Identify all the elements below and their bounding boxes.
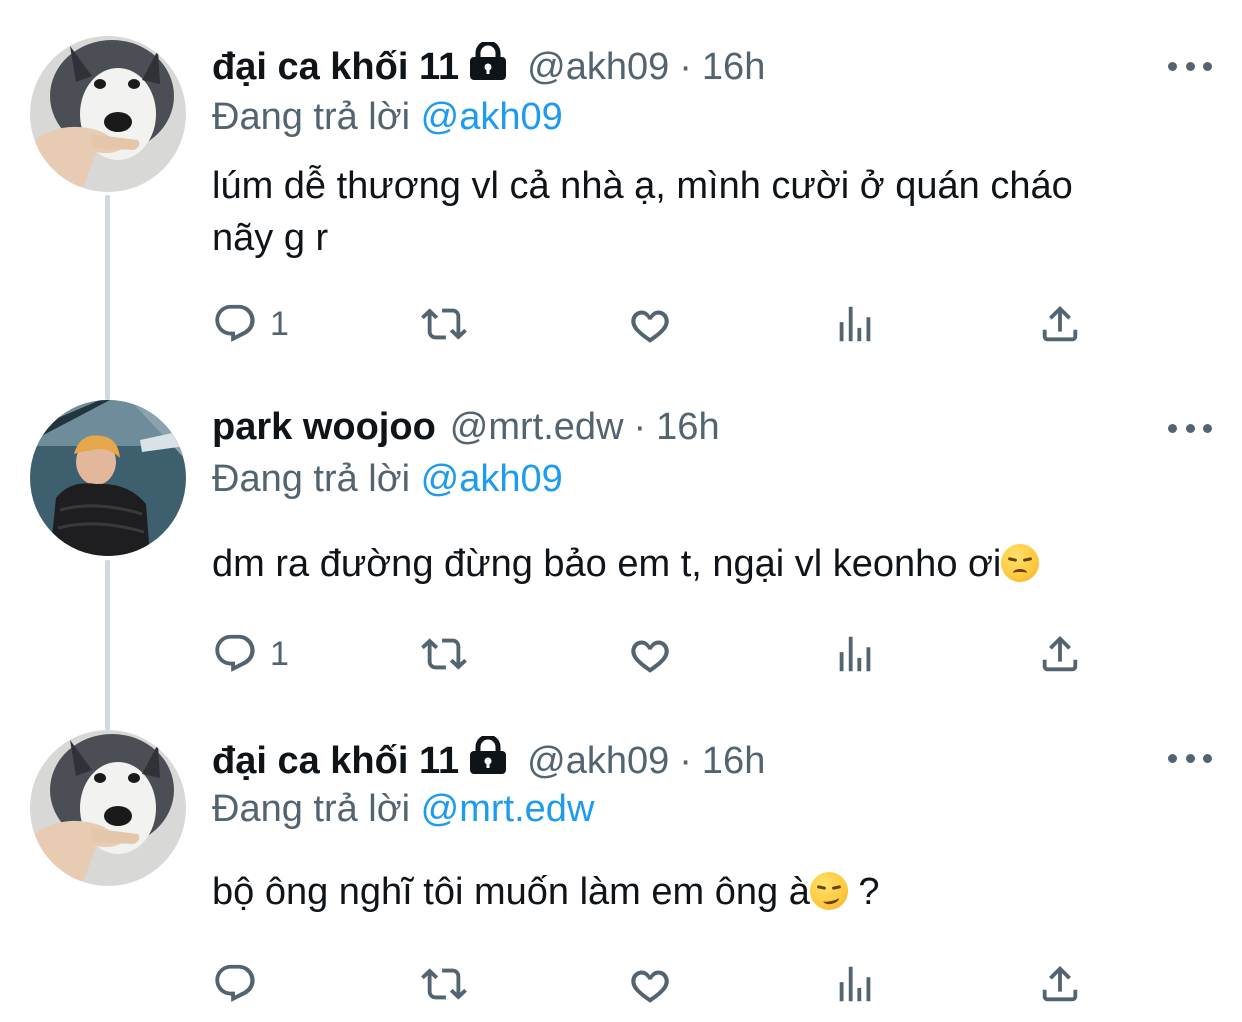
replying-prefix: Đang trả lời bbox=[212, 458, 411, 500]
display-name[interactable]: đại ca khối 11 bbox=[212, 736, 459, 786]
tweet-text: dm ra đường đừng bảo em t, ngại vl keonh… bbox=[212, 538, 1212, 590]
tweet-actions: 1 bbox=[212, 624, 1112, 684]
heart-icon bbox=[624, 629, 674, 679]
mention-link[interactable]: @mrt.edw bbox=[421, 788, 595, 830]
replying-to: Đang trả lời @akh09 bbox=[212, 92, 563, 142]
tweet-actions: 1 bbox=[212, 294, 1112, 354]
share-icon bbox=[1037, 961, 1083, 1007]
reply-icon bbox=[212, 631, 258, 677]
more-icon[interactable] bbox=[1168, 748, 1212, 768]
thread-line bbox=[105, 195, 110, 400]
replying-to: Đang trả lời @akh09 bbox=[212, 454, 563, 504]
timestamp[interactable]: 16h bbox=[702, 736, 765, 786]
analytics-icon bbox=[832, 961, 878, 1007]
heart-icon bbox=[624, 959, 674, 1009]
like-button[interactable] bbox=[624, 294, 674, 354]
analytics-button[interactable] bbox=[832, 624, 878, 684]
tweet-actions bbox=[212, 954, 1112, 1014]
reply-button[interactable]: 1 bbox=[212, 624, 289, 684]
separator-dot: · bbox=[633, 406, 647, 448]
share-button[interactable] bbox=[1037, 624, 1083, 684]
smirking-face-emoji bbox=[809, 872, 848, 910]
analytics-button[interactable] bbox=[832, 954, 878, 1014]
tweet-text-line: lúm dễ thương vl cả nhà ạ, mình cười ở q… bbox=[212, 165, 1073, 207]
replying-prefix: Đang trả lời bbox=[212, 788, 411, 830]
separator-dot: · bbox=[679, 740, 692, 782]
share-button[interactable] bbox=[1037, 954, 1083, 1014]
like-button[interactable] bbox=[624, 624, 674, 684]
reply-count: 1 bbox=[270, 304, 289, 343]
replying-prefix: Đang trả lời bbox=[212, 96, 411, 138]
retweet-button[interactable] bbox=[417, 954, 471, 1014]
mention-link[interactable]: @akh09 bbox=[421, 458, 563, 500]
replying-to: Đang trả lời @mrt.edw bbox=[212, 784, 594, 834]
heart-icon bbox=[624, 299, 674, 349]
tweet-text-suffix: ? bbox=[847, 871, 880, 913]
more-icon[interactable] bbox=[1168, 418, 1212, 438]
share-icon bbox=[1037, 631, 1083, 677]
reply-count: 1 bbox=[270, 634, 289, 673]
reply-button[interactable]: 1 bbox=[212, 294, 289, 354]
tweet-text: bộ ông nghĩ tôi muốn làm em ông à ? bbox=[212, 866, 1212, 918]
avatar[interactable] bbox=[30, 730, 186, 886]
display-name[interactable]: đại ca khối 11 bbox=[212, 42, 459, 92]
retweet-icon bbox=[417, 301, 471, 347]
user-handle[interactable]: @akh09 bbox=[527, 42, 669, 92]
retweet-icon bbox=[417, 961, 471, 1007]
mention-link[interactable]: @akh09 bbox=[421, 96, 563, 138]
tweet-text-content: bộ ông nghĩ tôi muốn làm em ông à bbox=[212, 871, 810, 913]
lock-icon bbox=[467, 734, 509, 787]
like-button[interactable] bbox=[624, 954, 674, 1014]
analytics-icon bbox=[832, 631, 878, 677]
separator-dot: · bbox=[679, 46, 692, 88]
analytics-button[interactable] bbox=[832, 294, 878, 354]
reply-icon bbox=[212, 961, 258, 1007]
lock-icon bbox=[467, 40, 509, 93]
analytics-icon bbox=[832, 301, 878, 347]
user-handle[interactable]: @mrt.edw bbox=[450, 402, 624, 452]
reply-icon bbox=[212, 301, 258, 347]
tweet-text-line: nãy g r bbox=[212, 217, 329, 259]
share-icon bbox=[1037, 301, 1083, 347]
timestamp[interactable]: 16h bbox=[702, 42, 765, 92]
pensive-face-emoji bbox=[1001, 544, 1040, 582]
retweet-icon bbox=[417, 631, 471, 677]
avatar[interactable] bbox=[30, 400, 186, 556]
timestamp[interactable]: 16h bbox=[656, 402, 719, 452]
more-icon[interactable] bbox=[1168, 56, 1212, 76]
tweet-text: lúm dễ thương vl cả nhà ạ, mình cười ở q… bbox=[212, 160, 1212, 264]
user-handle[interactable]: @akh09 bbox=[527, 736, 669, 786]
thread-line bbox=[105, 560, 110, 730]
display-name[interactable]: park woojoo bbox=[212, 402, 436, 452]
tweet-text-content: dm ra đường đừng bảo em t, ngại vl keonh… bbox=[212, 543, 1002, 585]
reply-button[interactable] bbox=[212, 954, 270, 1014]
share-button[interactable] bbox=[1037, 294, 1083, 354]
retweet-button[interactable] bbox=[417, 624, 471, 684]
retweet-button[interactable] bbox=[417, 294, 471, 354]
avatar[interactable] bbox=[30, 36, 186, 192]
